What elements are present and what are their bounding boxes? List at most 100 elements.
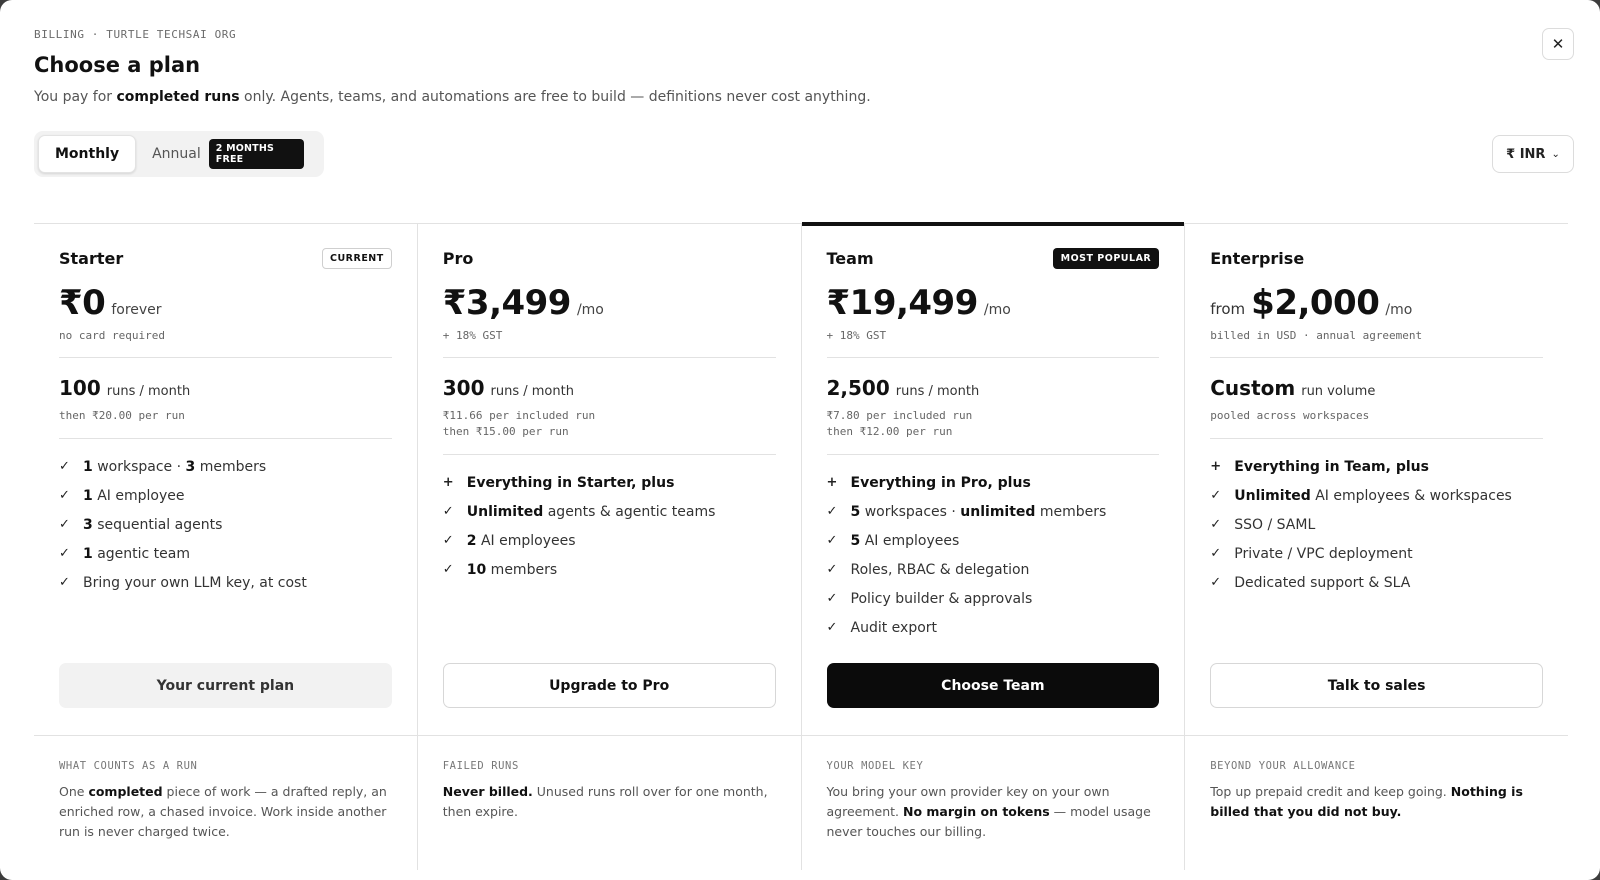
- check-icon: ✓: [59, 517, 70, 532]
- plan-name: Enterprise: [1210, 248, 1305, 268]
- faq-title: YOUR MODEL KEY: [826, 760, 924, 772]
- toggle-monthly[interactable]: Monthly: [38, 135, 137, 173]
- feature-item: ✓ 1 workspace · 3 members: [59, 458, 267, 475]
- current-plan-badge: CURRENT: [322, 247, 392, 269]
- price-unit: /mo: [576, 302, 604, 318]
- feature-item: ✓ Private / VPC deployment: [1210, 545, 1413, 562]
- check-icon: ✓: [1210, 546, 1222, 561]
- check-icon: ✓: [59, 575, 70, 590]
- runs-note-line: ₹7.80 per included run: [826, 409, 973, 422]
- upgrade-pro-button[interactable]: Upgrade to Pro: [442, 663, 776, 708]
- runs-note: then ₹20.00 per run: [59, 408, 392, 424]
- plan-name: Pro: [442, 248, 474, 268]
- divider: [826, 357, 1160, 358]
- subtitle-emphasis: completed runs: [116, 89, 240, 105]
- faq-body: You bring your own provider key on your …: [826, 784, 1151, 839]
- feature-item: ✓ Bring your own LLM key, at cost: [59, 574, 307, 591]
- check-icon: ✓: [442, 562, 454, 577]
- plan-grid: Starter CURRENT ₹0 forever no card requi…: [34, 222, 1568, 735]
- feature-list: + Everything in Pro, plus ✓ 5 workspaces ·…: [827, 468, 1160, 642]
- faq-title: WHAT COUNTS AS A RUN: [59, 760, 198, 772]
- plan-picker-modal: BILLING · TURTLE TECHSAI ORG Choose a pl…: [0, 0, 1600, 880]
- runs-unit: run volume: [1301, 384, 1376, 399]
- runs-count: 100: [59, 376, 101, 400]
- feature-item: ✓ 2 AI employees: [442, 532, 576, 549]
- divider: [442, 454, 776, 455]
- faq-title: BEYOND YOUR ALLOWANCE: [1210, 760, 1356, 772]
- faq-title: FAILED RUNS: [442, 760, 519, 772]
- feature-item: ✓ Dedicated support & SLA: [1210, 574, 1411, 591]
- chevron-down-icon: ⌄: [1551, 148, 1560, 160]
- runs-unit: runs / month: [106, 384, 191, 399]
- feature-item: ✓ Unlimited agents & agentic teams: [442, 503, 716, 520]
- feature-item: ✓ Unlimited AI employees & workspaces: [1210, 487, 1512, 504]
- currency-select[interactable]: ₹ INR ⌄: [1492, 135, 1574, 173]
- close-icon: ✕: [1551, 35, 1565, 53]
- billing-period-toggle: Monthly Annual 2 MONTHS FREE: [34, 131, 324, 177]
- runs-count: 2,500: [826, 376, 890, 400]
- check-icon: ✓: [442, 504, 454, 519]
- breadcrumb: BILLING · TURTLE TECHSAI ORG: [34, 28, 237, 41]
- close-button[interactable]: ✕: [1542, 28, 1574, 60]
- plan-name: Team: [826, 248, 874, 268]
- plan-price: ₹3,499: [442, 283, 572, 323]
- plus-icon: +: [1210, 459, 1222, 474]
- price-note: no card required: [59, 329, 165, 342]
- price-prefix: from: [1210, 300, 1246, 318]
- current-plan-button[interactable]: Your current plan: [59, 663, 392, 708]
- check-icon: ✓: [1210, 517, 1222, 532]
- feature-item: ✓ 5 workspaces · unlimited members: [826, 503, 1107, 520]
- price-unit: /mo: [983, 302, 1011, 318]
- feature-item: ✓ Roles, RBAC & delegation: [826, 561, 1030, 578]
- price-note: + 18% GST: [826, 329, 887, 342]
- check-icon: ✓: [826, 533, 838, 548]
- feature-item: + Everything in Team, plus: [1210, 458, 1429, 475]
- feature-item: ✓ 1 AI employee: [59, 487, 185, 504]
- plan-price: ₹0: [59, 283, 106, 323]
- plan-price: ₹19,499: [826, 283, 979, 323]
- price-note: billed in USD · annual agreement: [1210, 329, 1423, 342]
- toggle-annual[interactable]: Annual 2 MONTHS FREE: [136, 135, 320, 173]
- faq-body: One completed piece of work — a drafted …: [59, 784, 387, 839]
- runs-unit: runs / month: [490, 384, 574, 399]
- page-subtitle: You pay for completed runs only. Agents,…: [34, 89, 871, 105]
- choose-team-button[interactable]: Choose Team: [826, 663, 1160, 708]
- billing-faq: WHAT COUNTS AS A RUN One completed piece…: [34, 736, 1568, 870]
- plan-price: $2,000: [1251, 283, 1380, 323]
- feature-item: + Everything in Starter, plus: [442, 474, 675, 491]
- feature-item: ✓ 10 members: [442, 561, 558, 578]
- faq-item: BEYOND YOUR ALLOWANCE Top up prepaid cre…: [1185, 736, 1568, 870]
- plan-card-team: Team MOST POPULAR ₹19,499 /mo + 18% GST …: [801, 222, 1186, 735]
- faq-body: Top up prepaid credit and keep going. No…: [1210, 784, 1523, 819]
- page-title: Choose a plan: [34, 53, 201, 77]
- feature-list: + Everything in Team, plus ✓ Unlimited AI …: [1210, 452, 1543, 597]
- runs-count: Custom: [1210, 376, 1296, 400]
- plan-name: Starter: [59, 248, 124, 268]
- plan-card-enterprise: Enterprise from $2,000 /mo billed in USD…: [1185, 223, 1568, 735]
- price-note: + 18% GST: [442, 329, 503, 342]
- feature-list: ✓ 1 workspace · 3 members ✓ 1 AI employee …: [59, 452, 392, 597]
- check-icon: ✓: [1210, 575, 1222, 590]
- runs-note: ₹7.80 per included run then ₹12.00 per ru…: [827, 408, 1160, 440]
- plan-card-starter: Starter CURRENT ₹0 forever no card requi…: [34, 223, 418, 735]
- price-unit: /mo: [1385, 302, 1413, 318]
- feature-item: ✓ Audit export: [826, 619, 938, 636]
- runs-note-line: then ₹15.00 per run: [442, 425, 569, 438]
- runs-note-line: then ₹20.00 per run: [59, 409, 185, 422]
- runs-note-line: pooled across workspaces: [1210, 409, 1370, 422]
- feature-item: ✓ Policy builder & approvals: [826, 590, 1033, 607]
- runs-note-line: then ₹12.00 per run: [826, 425, 953, 438]
- check-icon: ✓: [826, 591, 838, 606]
- plan-card-pro: Pro ₹3,499 /mo + 18% GST 300 runs / mont…: [418, 223, 802, 735]
- divider: [1210, 357, 1543, 358]
- check-icon: ✓: [826, 562, 838, 577]
- feature-item: ✓ 3 sequential agents: [59, 516, 223, 533]
- feature-list: + Everything in Starter, plus ✓ Unlimited …: [443, 468, 776, 584]
- runs-note-line: ₹11.66 per included run: [442, 409, 596, 422]
- talk-to-sales-button[interactable]: Talk to sales: [1210, 663, 1543, 708]
- runs-note: pooled across workspaces: [1210, 408, 1543, 424]
- feature-item: ✓ 5 AI employees: [826, 532, 960, 549]
- faq-body: Never billed. Unused runs roll over for …: [442, 784, 768, 819]
- subtitle-text: You pay for: [34, 89, 117, 105]
- check-icon: ✓: [442, 533, 454, 548]
